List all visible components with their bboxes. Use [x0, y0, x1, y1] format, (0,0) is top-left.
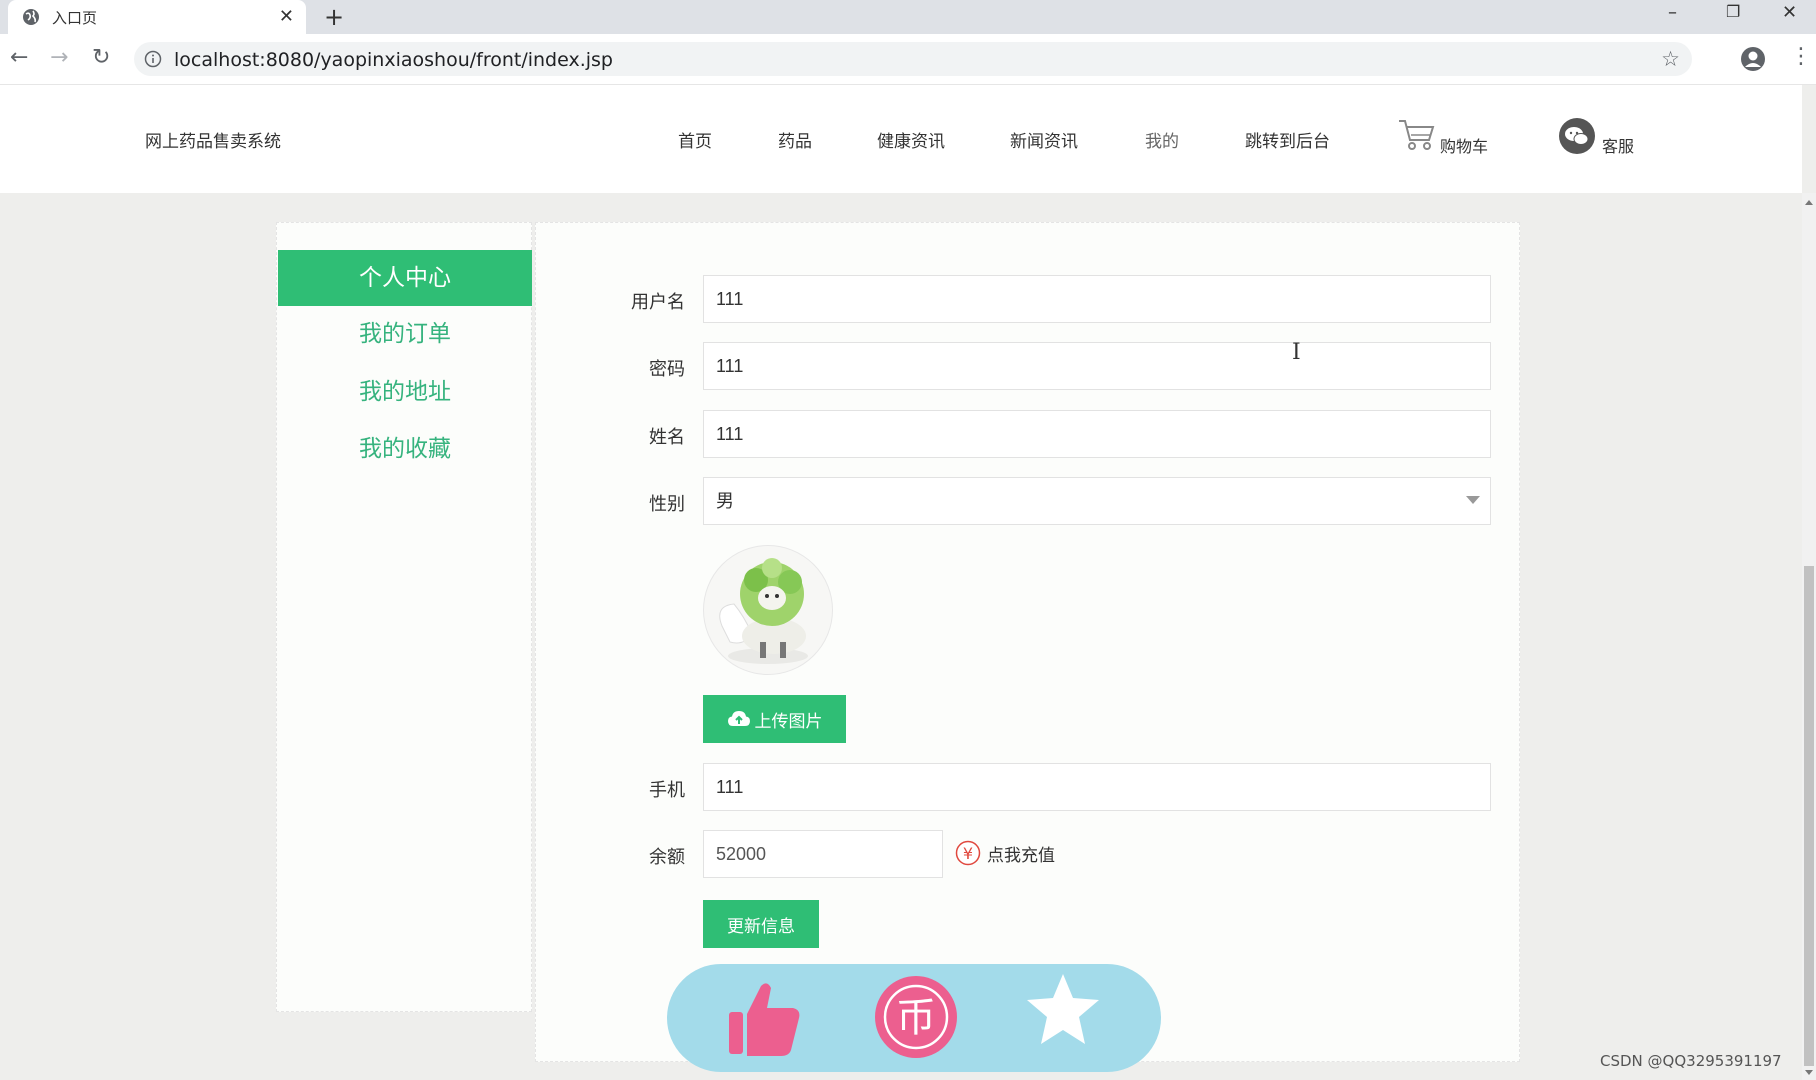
- star-icon[interactable]: [1023, 970, 1103, 1050]
- username-input[interactable]: [703, 275, 1491, 323]
- password-input[interactable]: [703, 342, 1491, 390]
- nav-health-info[interactable]: 健康资讯: [877, 127, 945, 152]
- browser-tabbar: 入口页 ✕ + – ❐ ✕: [0, 0, 1816, 34]
- update-info-button[interactable]: 更新信息: [703, 900, 819, 948]
- recharge-label: 点我充值: [987, 845, 1055, 866]
- wechat-icon[interactable]: [1558, 117, 1596, 155]
- profile-icon[interactable]: [1740, 46, 1766, 72]
- minimize-icon[interactable]: –: [1668, 2, 1677, 23]
- close-tab-icon[interactable]: ✕: [279, 6, 294, 27]
- sidebar-item-profile[interactable]: 个人中心: [278, 250, 532, 306]
- gender-value: 男: [716, 491, 734, 511]
- nav-medicines[interactable]: 药品: [778, 127, 812, 152]
- phone-input[interactable]: [703, 763, 1491, 811]
- browser-tab[interactable]: 入口页 ✕: [8, 0, 306, 34]
- phone-label: 手机: [649, 780, 685, 801]
- reload-icon[interactable]: ↻: [92, 46, 110, 70]
- chevron-down-icon: [1466, 496, 1480, 504]
- upload-image-button[interactable]: 上传图片: [703, 695, 846, 743]
- watermark: CSDN @QQ3295391197: [1600, 1052, 1782, 1070]
- nav-home[interactable]: 首页: [678, 127, 712, 152]
- gender-label: 性别: [649, 494, 685, 515]
- scroll-up-arrow-icon[interactable]: [1805, 200, 1813, 205]
- sidebar-item-orders[interactable]: 我的订单: [278, 306, 532, 362]
- shopping-cart-icon[interactable]: [1397, 118, 1435, 152]
- url-text: localhost:8080/yaopinxiaoshou/front/inde…: [174, 49, 613, 71]
- avatar: [703, 545, 833, 675]
- restore-icon[interactable]: ❐: [1726, 2, 1740, 21]
- svg-text:¥: ¥: [963, 844, 973, 863]
- password-label: 密码: [649, 359, 685, 380]
- nav-mine[interactable]: 我的: [1145, 127, 1179, 152]
- site-brand: 网上药品售卖系统: [145, 132, 281, 152]
- balance-label: 余额: [649, 847, 685, 868]
- thumbs-up-icon[interactable]: [727, 978, 803, 1058]
- coin-tip-icon[interactable]: 币: [875, 976, 957, 1058]
- back-icon[interactable]: ←: [10, 46, 28, 70]
- scroll-down-arrow-icon[interactable]: [1805, 1070, 1813, 1075]
- nav-cart[interactable]: 购物车: [1440, 133, 1488, 157]
- balance-input[interactable]: [703, 830, 943, 878]
- new-tab-icon[interactable]: +: [324, 3, 344, 31]
- yuan-icon: ¥: [955, 840, 981, 866]
- sidebar-item-favorites[interactable]: 我的收藏: [278, 421, 532, 477]
- cloud-upload-icon: [727, 711, 750, 726]
- text-cursor-icon: I: [1292, 340, 1301, 365]
- info-icon[interactable]: [144, 50, 162, 68]
- recharge-link[interactable]: ¥ 点我充值: [955, 840, 1055, 866]
- name-input[interactable]: [703, 410, 1491, 458]
- nav-customer-service[interactable]: 客服: [1602, 133, 1634, 157]
- globe-icon: [22, 8, 40, 26]
- tab-title: 入口页: [52, 8, 98, 27]
- upload-image-label: 上传图片: [754, 711, 823, 731]
- url-field[interactable]: localhost:8080/yaopinxiaoshou/front/inde…: [134, 42, 1692, 76]
- nav-news[interactable]: 新闻资讯: [1010, 127, 1078, 152]
- menu-kebab-icon[interactable]: ⋮: [1790, 44, 1812, 69]
- scrollbar-thumb[interactable]: [1804, 566, 1814, 1066]
- name-label: 姓名: [649, 427, 685, 448]
- username-label: 用户名: [631, 292, 685, 313]
- bookmark-star-icon[interactable]: ☆: [1661, 47, 1680, 71]
- sidebar-item-addresses[interactable]: 我的地址: [278, 364, 532, 420]
- user-sidebar: 个人中心 我的订单 我的地址 我的收藏: [276, 222, 532, 1012]
- forward-icon[interactable]: →: [50, 46, 68, 70]
- site-header: 网上药品售卖系统 首页 药品 健康资讯 新闻资讯 我的 跳转到后台 购物车 客服: [0, 85, 1802, 193]
- nav-admin[interactable]: 跳转到后台: [1245, 127, 1330, 152]
- svg-text:币: 币: [896, 995, 936, 1041]
- address-bar: ← → ↻ localhost:8080/yaopinxiaoshou/fron…: [0, 34, 1816, 85]
- close-window-icon[interactable]: ✕: [1782, 2, 1797, 23]
- gender-select[interactable]: 男: [703, 477, 1491, 525]
- reward-bar: 币: [667, 964, 1161, 1072]
